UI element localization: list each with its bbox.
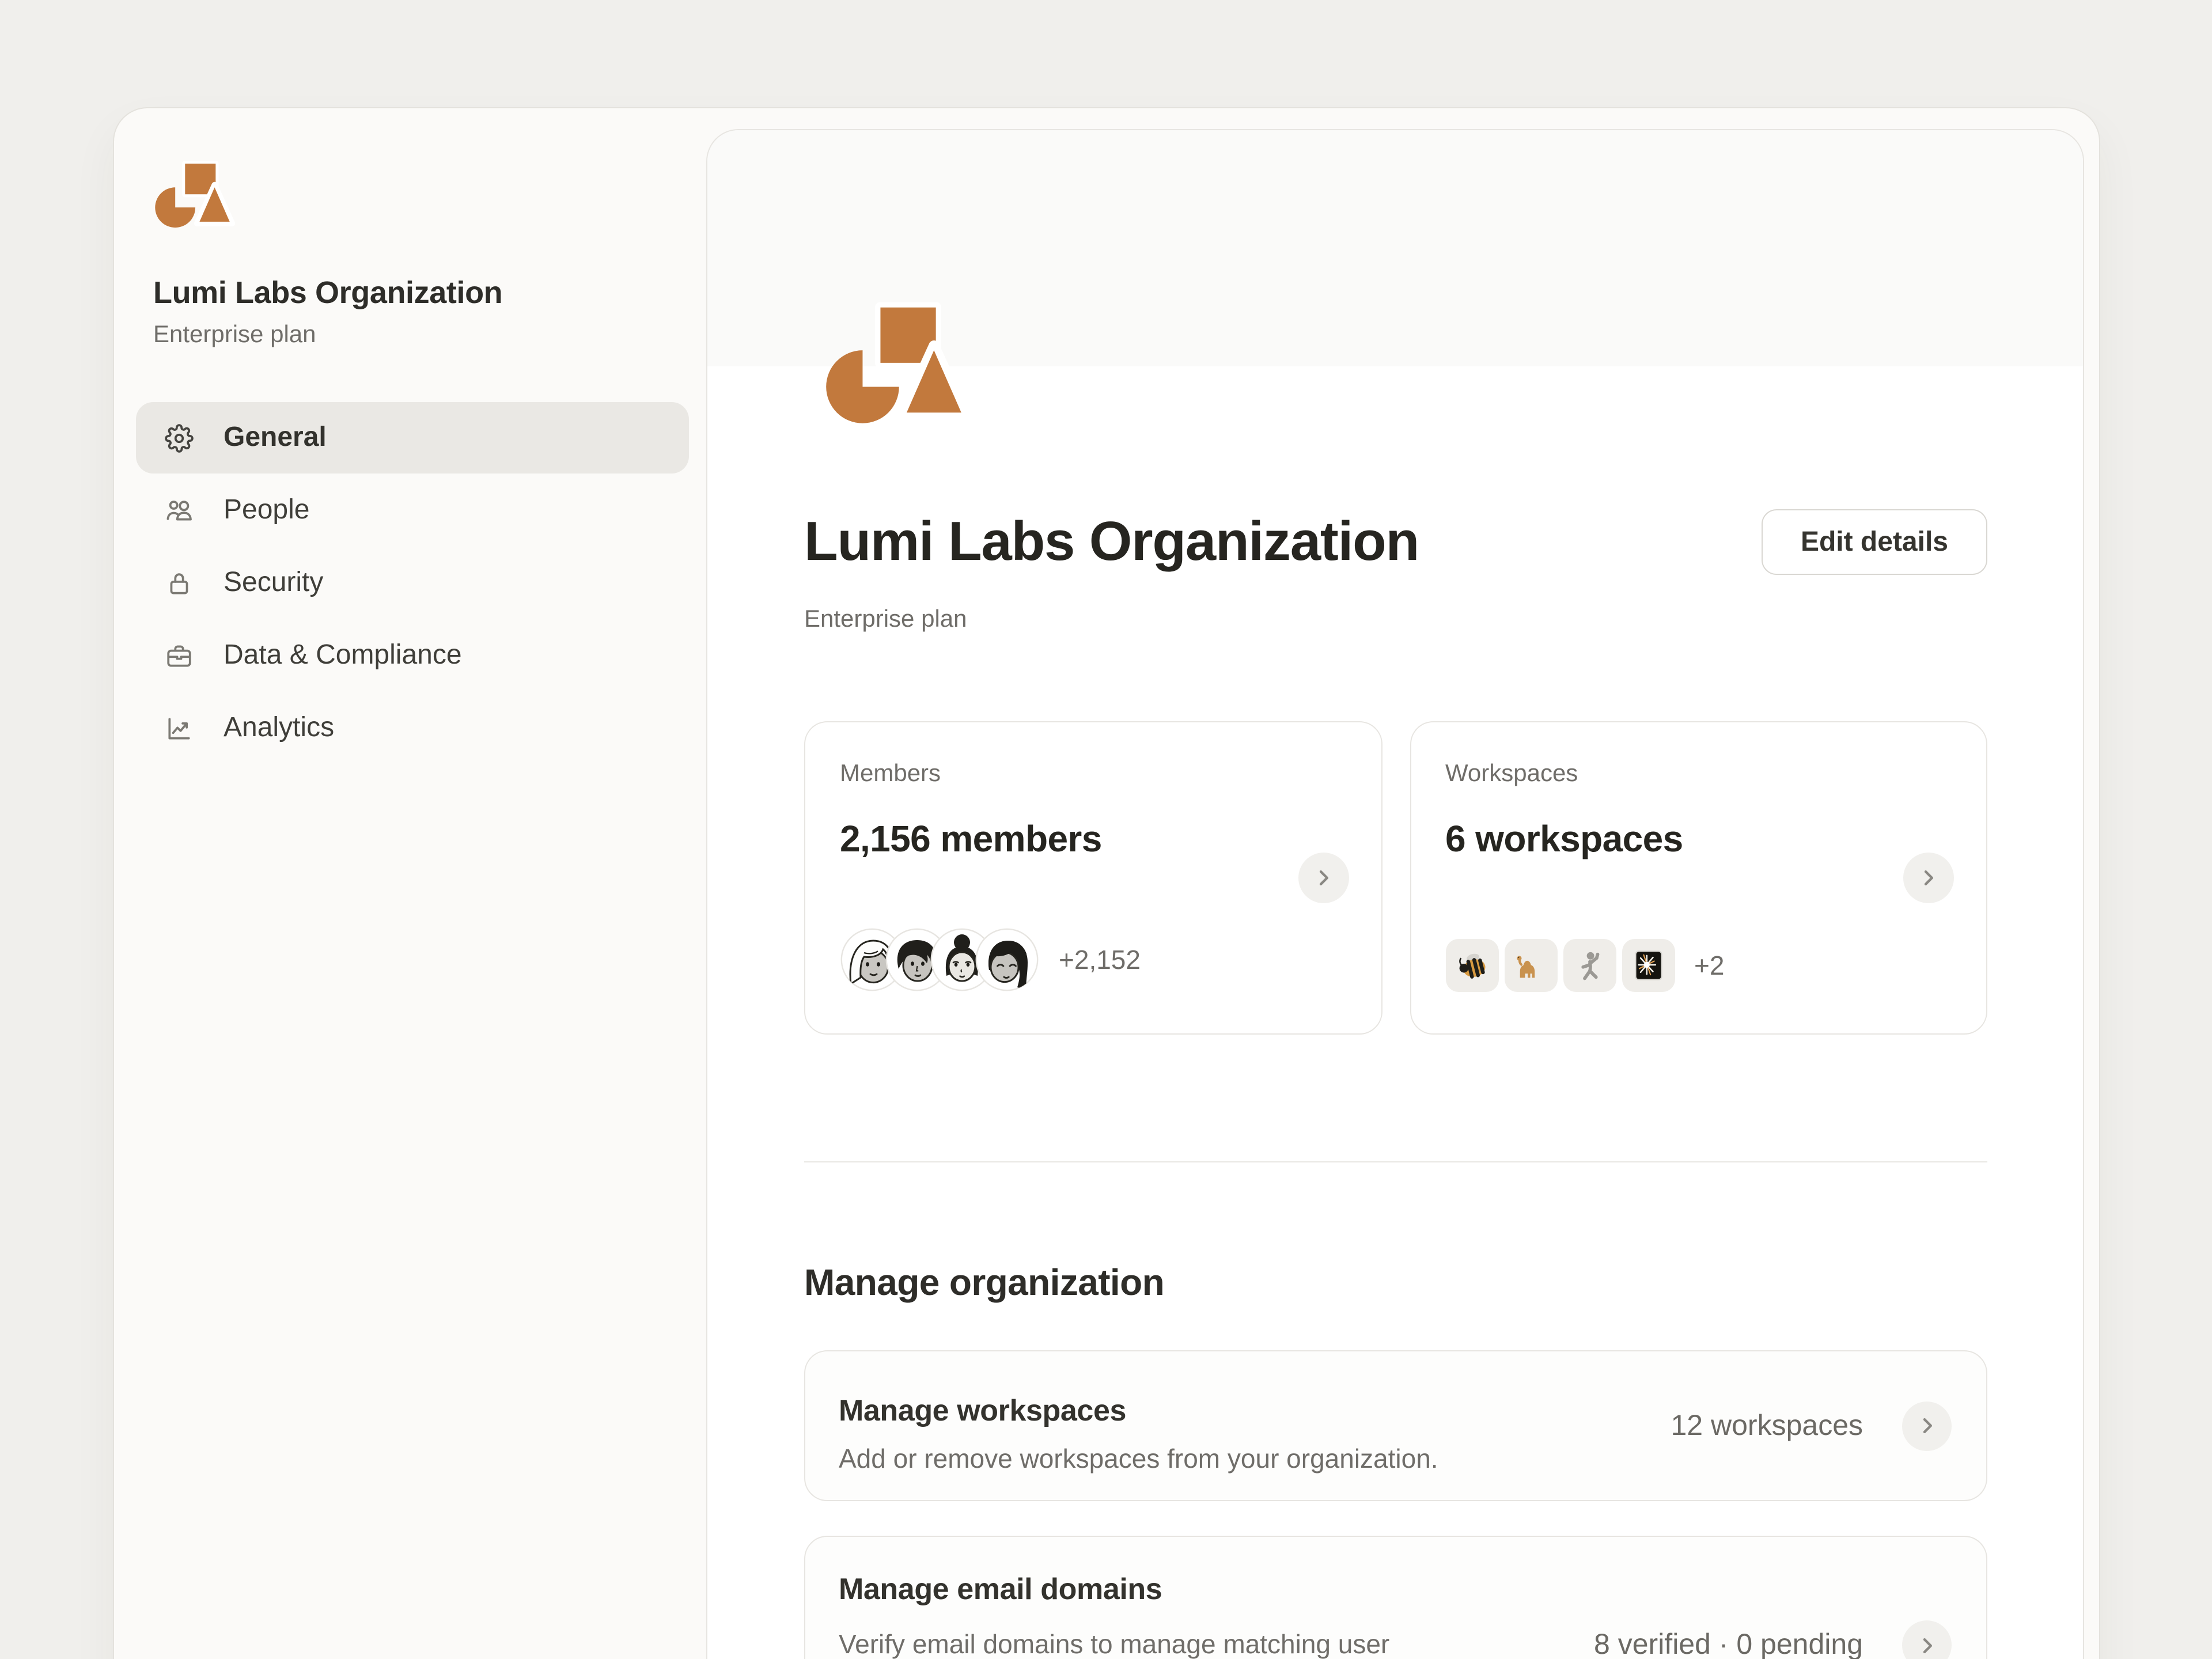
sidebar-item-data-compliance[interactable]: Data & Compliance (136, 620, 689, 691)
ponytail-avatar (975, 927, 1039, 992)
member-avatars (840, 927, 1039, 992)
members-card-label: Members (840, 760, 1346, 788)
manage-workspaces-chevron-button[interactable] (1902, 1401, 1952, 1450)
org-logo-small (153, 156, 241, 229)
sidebar-item-label: General (224, 422, 327, 454)
manage-email-domains-description: Verify email domains to manage matching … (839, 1629, 1553, 1659)
sidebar-item-security[interactable]: Security (136, 547, 689, 619)
sidebar-item-label: Analytics (224, 712, 334, 744)
manage-email-domains-meta: 8 verified · 0 pending (1594, 1628, 1863, 1659)
sidebar-plan-label: Enterprise plan (153, 321, 706, 349)
admin-window: Lumi Labs Organization Enterprise plan G… (113, 107, 2100, 1659)
manage-email-domains-title: Manage email domains (839, 1571, 1802, 1607)
sidebar-item-people[interactable]: People (136, 475, 689, 546)
sidebar-item-analytics[interactable]: Analytics (136, 692, 689, 764)
workspaces-count: 6 workspaces (1445, 818, 1952, 861)
settings-nav: General People (136, 402, 689, 764)
manage-workspaces-title: Manage workspaces (839, 1393, 1802, 1429)
workspaces-card[interactable]: Workspaces 6 workspaces (1410, 721, 1987, 1035)
edit-details-button[interactable]: Edit details (1762, 509, 1987, 575)
camel-emoji (1504, 939, 1557, 992)
briefcase-icon (165, 641, 194, 670)
analytics-icon (165, 714, 194, 743)
manage-workspaces-description: Add or remove workspaces from your organ… (839, 1444, 1553, 1475)
sidebar-org-name: Lumi Labs Organization (153, 275, 706, 311)
org-logo-large (823, 293, 982, 426)
members-chevron-button[interactable] (1298, 853, 1349, 903)
plan-label: Enterprise plan (804, 606, 1987, 634)
bee-emoji (1445, 939, 1498, 992)
members-more-count: +2,152 (1059, 944, 1141, 975)
sidebar-item-label: Security (224, 567, 323, 599)
lock-icon (165, 569, 194, 597)
screen: Lumi Labs Organization Enterprise plan G… (0, 0, 2212, 1659)
workspace-emoji-tiles (1445, 939, 1675, 992)
workspaces-more-count: +2 (1694, 950, 1724, 981)
gear-icon (165, 423, 194, 452)
sidebar-item-general[interactable]: General (136, 402, 689, 474)
manage-email-domains-chevron-button[interactable] (1902, 1620, 1952, 1659)
sidebar: Lumi Labs Organization Enterprise plan G… (114, 108, 706, 1659)
manage-email-domains-row[interactable]: Manage email domains Verify email domain… (804, 1536, 1987, 1659)
section-divider (804, 1161, 1987, 1162)
sparkler-emoji (1622, 939, 1675, 992)
manage-workspaces-row[interactable]: Manage workspaces Add or remove workspac… (804, 1350, 1987, 1501)
main-panel: Lumi Labs Organization Edit details Ente… (706, 129, 2084, 1659)
manage-workspaces-meta: 12 workspaces (1671, 1409, 1863, 1442)
dancer-emoji (1563, 939, 1616, 992)
manage-organization-heading: Manage organization (804, 1262, 1987, 1304)
workspaces-card-label: Workspaces (1445, 760, 1952, 788)
members-card[interactable]: Members 2,156 members (804, 721, 1382, 1035)
people-icon (165, 496, 194, 525)
sidebar-item-label: Data & Compliance (224, 639, 462, 672)
workspaces-chevron-button[interactable] (1903, 853, 1954, 903)
sidebar-item-label: People (224, 494, 309, 527)
members-count: 2,156 members (840, 818, 1346, 861)
page-title: Lumi Labs Organization (804, 510, 1419, 574)
